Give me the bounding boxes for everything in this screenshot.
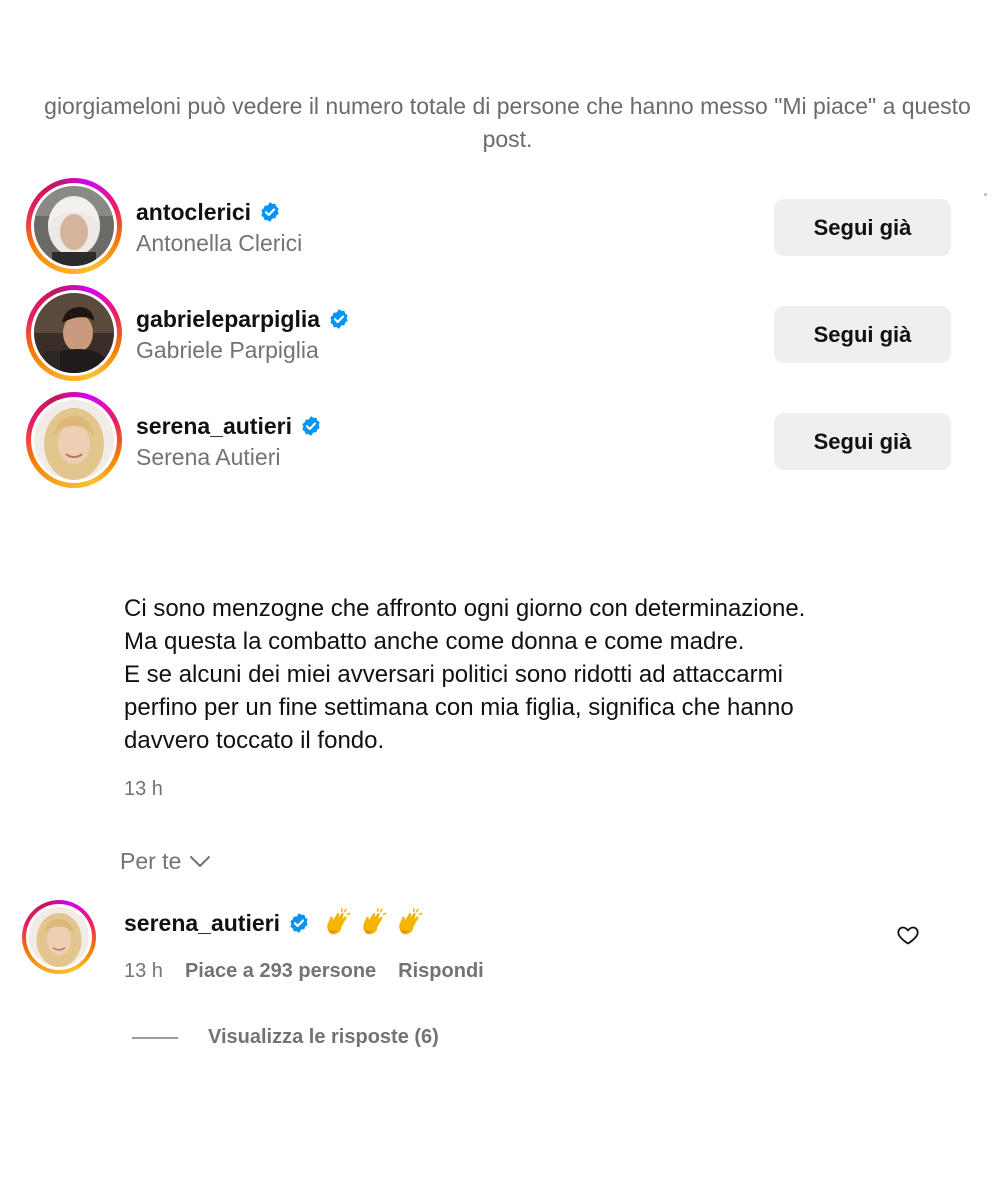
post-timestamp: 13 h bbox=[124, 778, 163, 800]
replies-divider bbox=[132, 1036, 178, 1039]
comment-likes-count[interactable]: Piace a 293 persone bbox=[185, 960, 376, 983]
verified-badge-icon bbox=[259, 201, 281, 223]
like-row: serena_autieri Serena Autieri Segui già bbox=[26, 392, 966, 499]
username[interactable]: gabrieleparpiglia bbox=[136, 306, 320, 333]
clapping-hands-icon bbox=[358, 908, 388, 938]
view-replies-label: Visualizza le risposte (6) bbox=[208, 1026, 439, 1048]
username[interactable]: serena_autieri bbox=[136, 413, 292, 440]
like-row: antoclerici Antonella Clerici Segui già bbox=[26, 178, 966, 285]
full-name: Gabriele Parpiglia bbox=[136, 337, 319, 363]
view-replies-button[interactable]: Visualizza le risposte (6) bbox=[132, 1026, 439, 1049]
scrollbar-indicator[interactable] bbox=[984, 193, 987, 196]
comment-timestamp: 13 h bbox=[124, 960, 163, 982]
clapping-hands-icon bbox=[394, 908, 424, 938]
chevron-down-icon bbox=[190, 855, 211, 867]
following-button[interactable]: Segui già bbox=[774, 413, 951, 470]
heart-outline-icon[interactable] bbox=[896, 923, 920, 947]
reply-button[interactable]: Rispondi bbox=[398, 960, 484, 983]
comment-header: serena_autieri bbox=[124, 908, 424, 938]
verified-badge-icon bbox=[300, 415, 322, 437]
caption-line: Ma questa la combatto anche come donna e… bbox=[124, 628, 745, 655]
username[interactable]: antoclerici bbox=[136, 199, 251, 226]
verified-badge-icon bbox=[328, 308, 350, 330]
post-caption: Ci sono menzogne che affronto ogni giorn… bbox=[124, 592, 924, 757]
avatar[interactable] bbox=[26, 392, 122, 488]
likes-visibility-notice: giorgiameloni può vedere il numero total… bbox=[44, 93, 971, 152]
verified-badge-icon bbox=[288, 912, 310, 934]
avatar[interactable] bbox=[26, 178, 122, 274]
full-name: Serena Autieri bbox=[136, 444, 281, 470]
sort-label: Per te bbox=[120, 848, 182, 874]
comment-sort-dropdown[interactable]: Per te bbox=[120, 848, 211, 875]
avatar[interactable] bbox=[26, 285, 122, 381]
like-row: gabrieleparpiglia Gabriele Parpiglia Seg… bbox=[26, 285, 966, 392]
comment-text bbox=[322, 908, 424, 938]
likes-list: antoclerici Antonella Clerici Segui già bbox=[26, 178, 966, 499]
following-button[interactable]: Segui già bbox=[774, 306, 951, 363]
comment-avatar[interactable] bbox=[22, 900, 96, 974]
full-name: Antonella Clerici bbox=[136, 230, 303, 256]
caption-line: perfino per un fine settimana con mia fi… bbox=[124, 694, 794, 721]
comment-username[interactable]: serena_autieri bbox=[124, 910, 280, 937]
comment-meta: 13 h Piace a 293 persone Rispondi bbox=[124, 960, 484, 983]
caption-line: davvero toccato il fondo. bbox=[124, 727, 385, 754]
following-button[interactable]: Segui già bbox=[774, 199, 951, 256]
caption-line: E se alcuni dei miei avversari politici … bbox=[124, 661, 783, 688]
clapping-hands-icon bbox=[322, 908, 352, 938]
caption-line: Ci sono menzogne che affronto ogni giorn… bbox=[124, 595, 806, 622]
